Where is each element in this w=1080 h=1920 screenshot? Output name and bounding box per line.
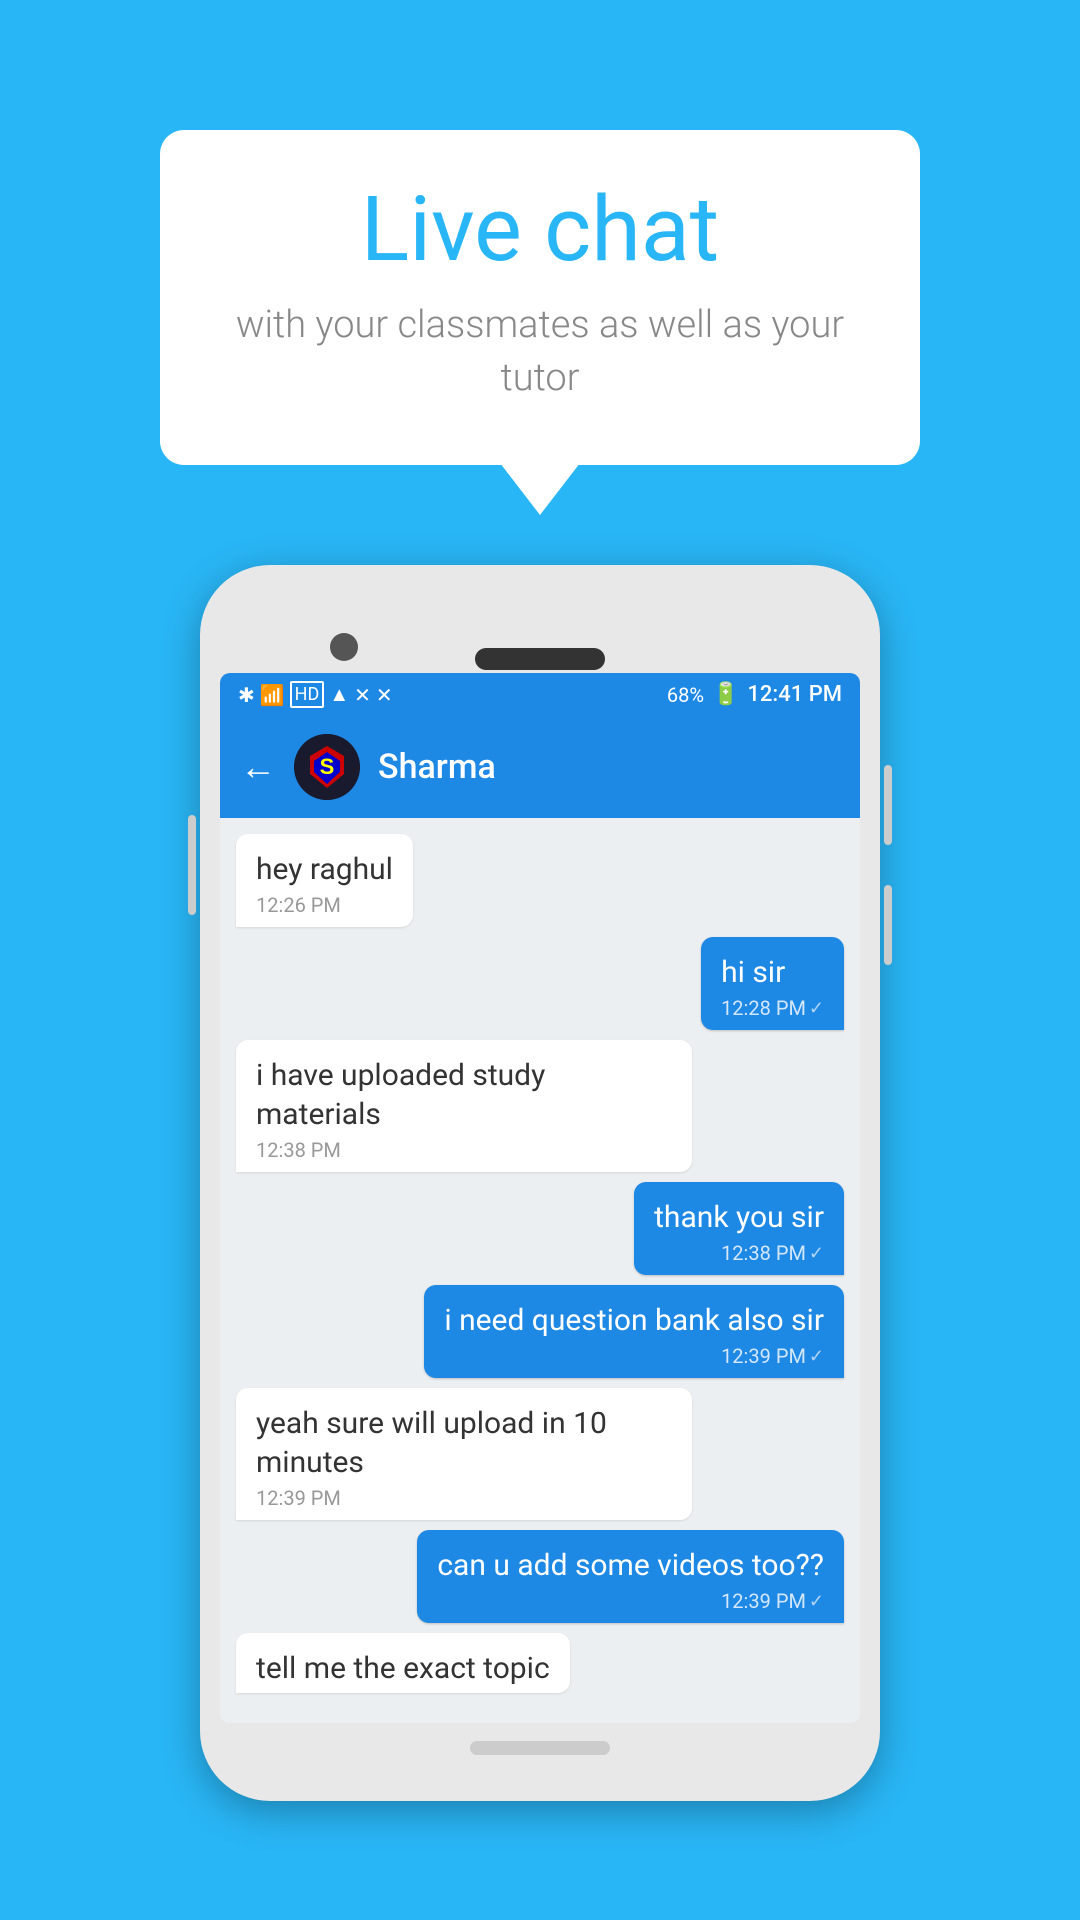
message-2: hi sir 12:28 PM ✓ <box>701 937 844 1030</box>
status-time: 12:41 PM <box>747 682 842 707</box>
message-text: thank you sir <box>654 1198 824 1237</box>
network-icon: ✕ <box>354 683 371 707</box>
message-text: hi sir <box>721 953 824 992</box>
message-time: 12:39 PM ✓ <box>437 1589 824 1613</box>
bubble-subtitle: with your classmates as well as your tut… <box>230 299 850 405</box>
message-7: can u add some videos too?? 12:39 PM ✓ <box>417 1530 844 1623</box>
phone-outer: ✱ 📶 HD ▲ ✕ ✕ 68% 🔋 12:41 PM ← <box>200 565 880 1801</box>
phone-mockup: ✱ 📶 HD ▲ ✕ ✕ 68% 🔋 12:41 PM ← <box>200 565 880 1801</box>
message-time: 12:26 PM <box>256 893 393 917</box>
back-button[interactable]: ← <box>240 749 276 785</box>
message-6: yeah sure will upload in 10 minutes 12:3… <box>236 1388 692 1520</box>
message-time: 12:38 PM <box>256 1138 672 1162</box>
time-check: 12:28 PM ✓ <box>721 996 824 1020</box>
check-icon: ✓ <box>809 998 824 1019</box>
status-icons: ✱ 📶 HD ▲ ✕ ✕ <box>238 681 393 708</box>
time-check: 12:38 PM ✓ <box>721 1241 824 1265</box>
message-time: 12:38 PM ✓ <box>654 1241 824 1265</box>
message-4: thank you sir 12:38 PM ✓ <box>634 1182 844 1275</box>
bottom-speaker <box>470 1741 610 1755</box>
phone-earpiece <box>475 648 605 670</box>
phone-camera <box>330 633 358 661</box>
check-icon: ✓ <box>809 1346 824 1367</box>
messages-container: hey raghul 12:26 PM hi sir 12:28 PM ✓ i … <box>220 818 860 1709</box>
data-icon: ✕ <box>376 683 393 707</box>
volume-button-left <box>188 815 196 915</box>
time-check: 12:39 PM ✓ <box>721 1589 824 1613</box>
status-bar: ✱ 📶 HD ▲ ✕ ✕ 68% 🔋 12:41 PM <box>220 673 860 716</box>
message-3: i have uploaded study materials 12:38 PM <box>236 1040 692 1172</box>
phone-top <box>220 593 860 673</box>
message-text: can u add some videos too?? <box>437 1546 824 1585</box>
check-icon: ✓ <box>809 1591 824 1612</box>
signal-icon: 📶 <box>260 683 285 707</box>
bubble-title: Live chat <box>230 180 850 279</box>
message-text: hey raghul <box>256 850 393 889</box>
message-time: 12:28 PM ✓ <box>721 996 824 1020</box>
message-text: yeah sure will upload in 10 minutes <box>256 1404 672 1482</box>
message-time: 12:39 PM <box>256 1486 672 1510</box>
chat-header: ← S Sharma <box>220 716 860 818</box>
time-check: 12:39 PM ✓ <box>721 1344 824 1368</box>
message-text: i need question bank also sir <box>444 1301 824 1340</box>
wifi-icon: ▲ <box>329 682 349 707</box>
avatar: S <box>294 734 360 800</box>
phone-screen: ✱ 📶 HD ▲ ✕ ✕ 68% 🔋 12:41 PM ← <box>220 673 860 1723</box>
volume-button-right <box>884 885 892 965</box>
message-time: 12:39 PM ✓ <box>444 1344 824 1368</box>
message-text: tell me the exact topic <box>256 1649 550 1688</box>
message-text: i have uploaded study materials <box>256 1056 672 1134</box>
power-button <box>884 765 892 845</box>
message-1: hey raghul 12:26 PM <box>236 834 413 927</box>
battery-icon: 🔋 <box>712 682 739 707</box>
svg-text:S: S <box>320 754 335 779</box>
battery-percent: 68% <box>667 683 704 707</box>
hd-icon: HD <box>290 681 325 708</box>
contact-name: Sharma <box>378 747 496 787</box>
message-8: tell me the exact topic <box>236 1633 570 1693</box>
check-icon: ✓ <box>809 1243 824 1264</box>
speech-bubble: Live chat with your classmates as well a… <box>160 130 920 465</box>
message-5: i need question bank also sir 12:39 PM ✓ <box>424 1285 844 1378</box>
bluetooth-icon: ✱ <box>238 683 255 707</box>
